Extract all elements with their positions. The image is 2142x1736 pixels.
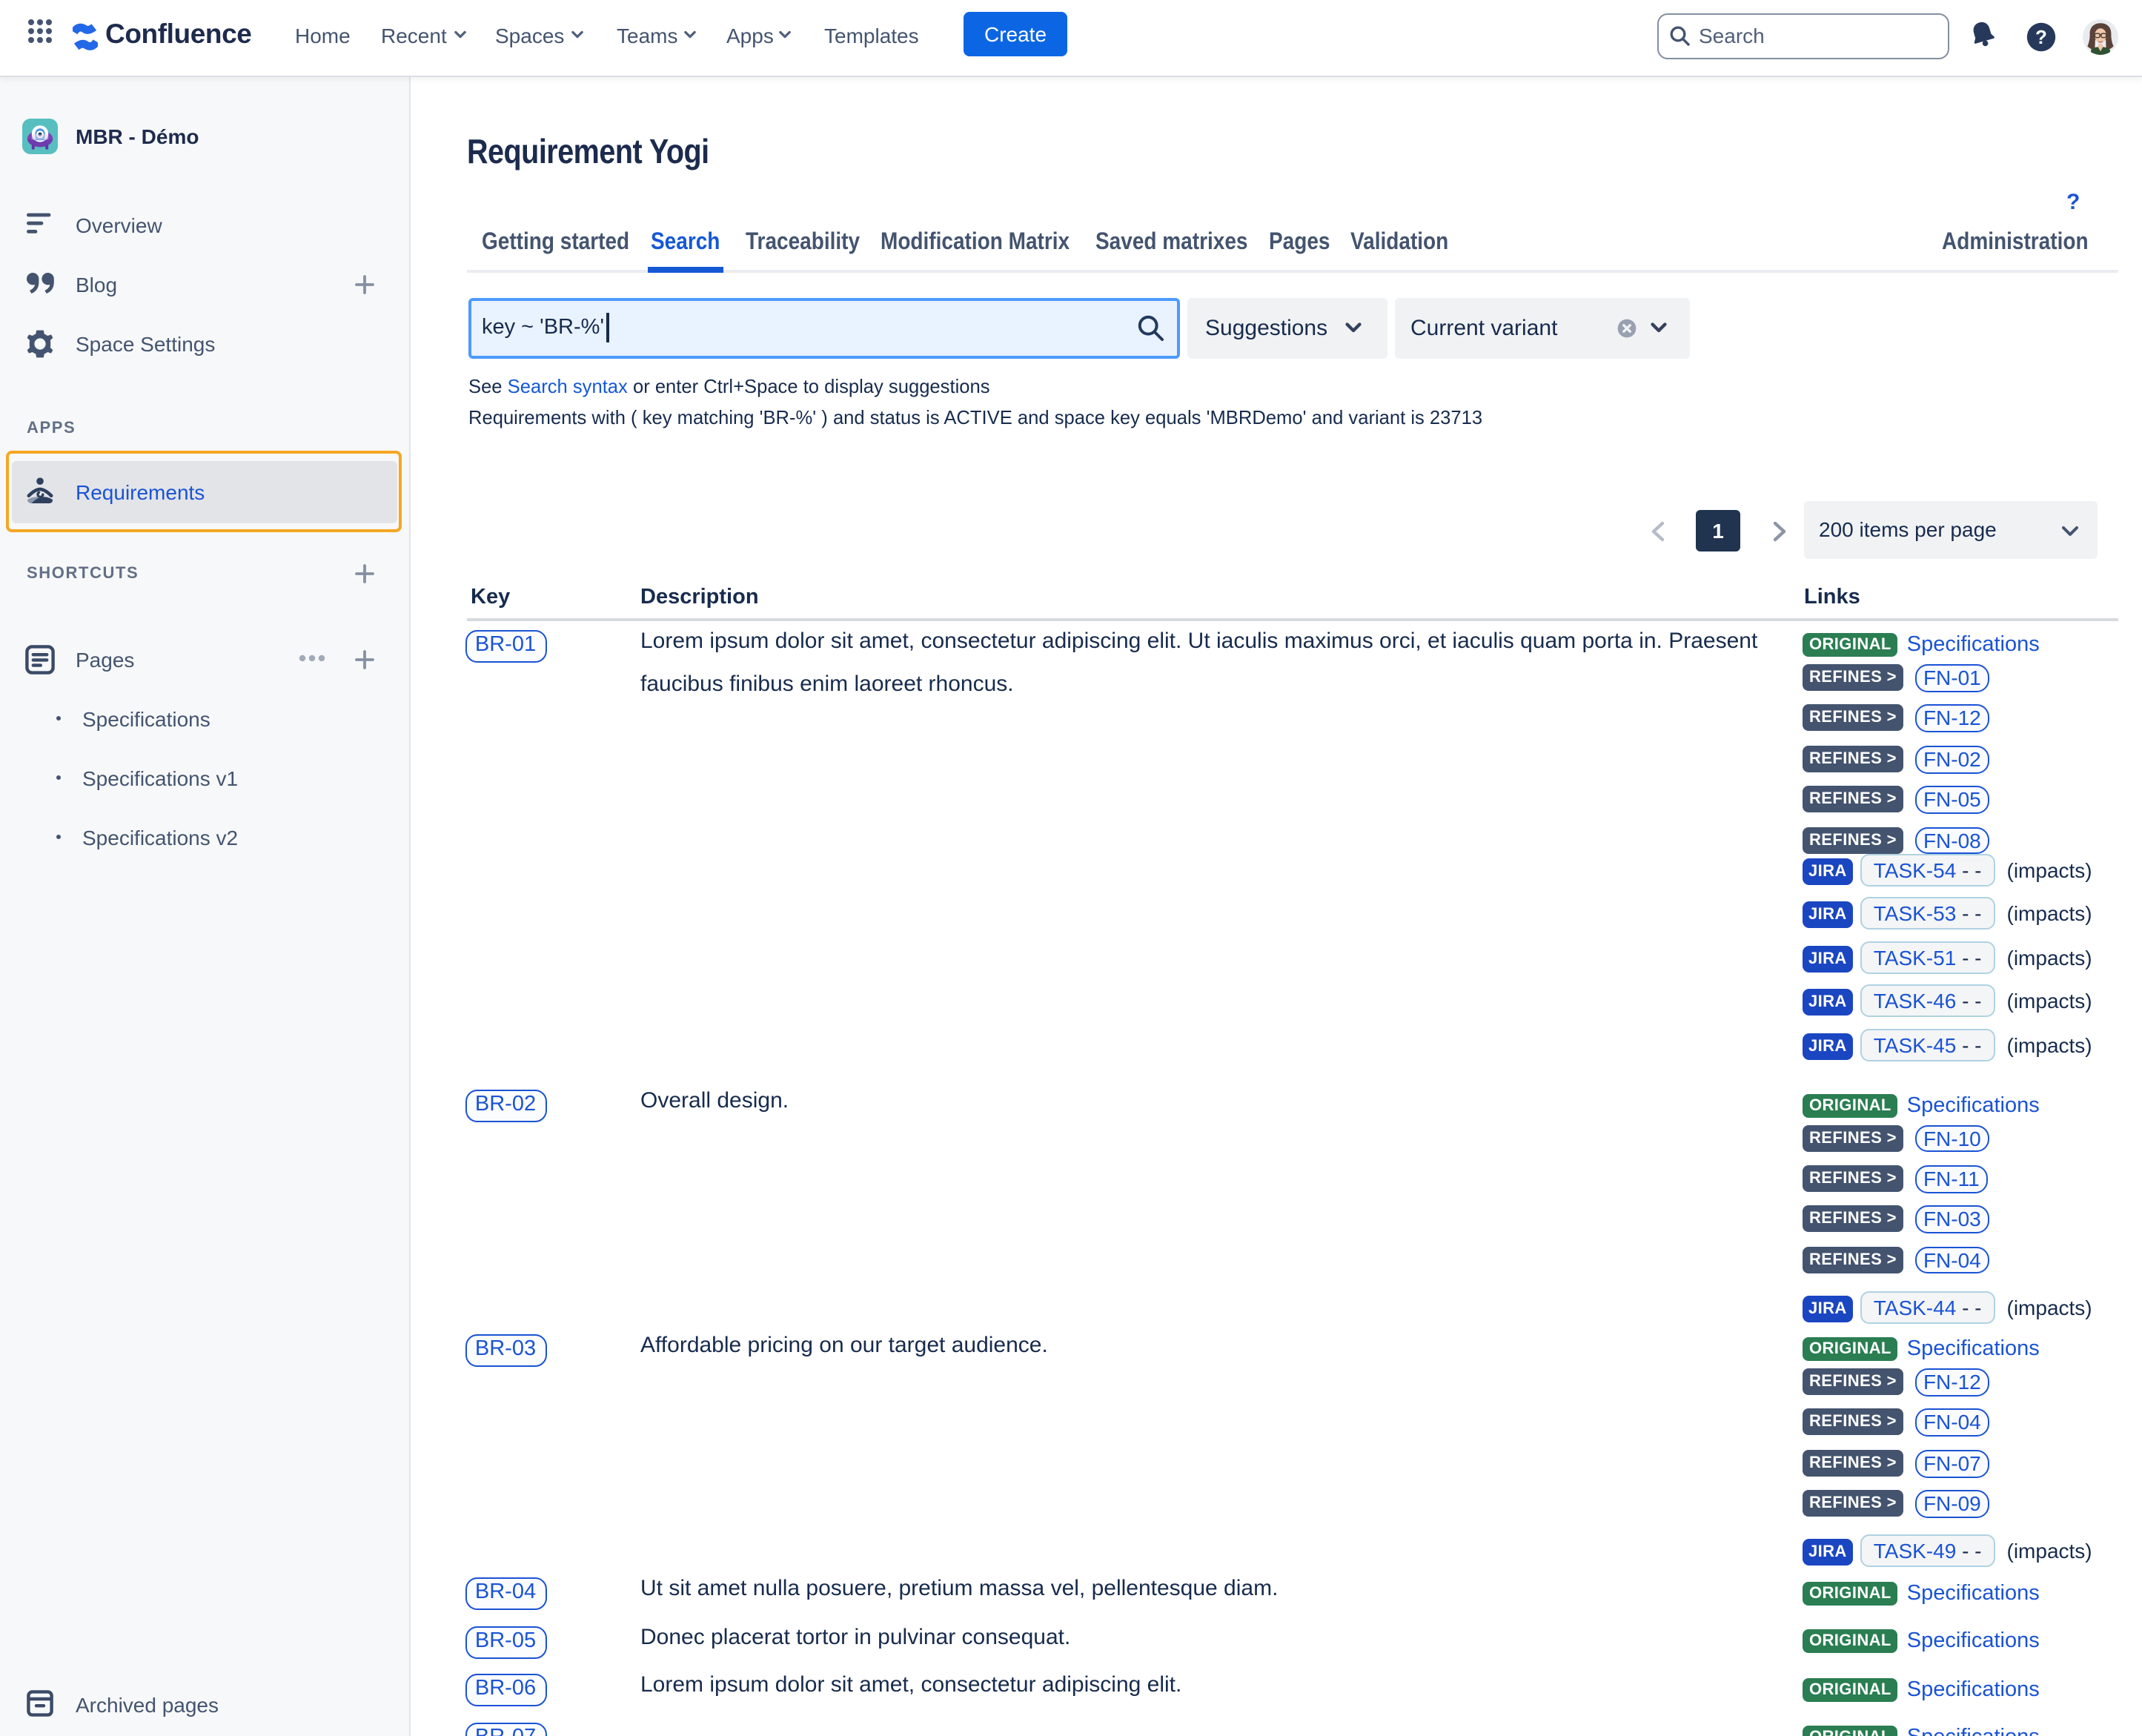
svg-text:?: ? xyxy=(2035,26,2047,48)
